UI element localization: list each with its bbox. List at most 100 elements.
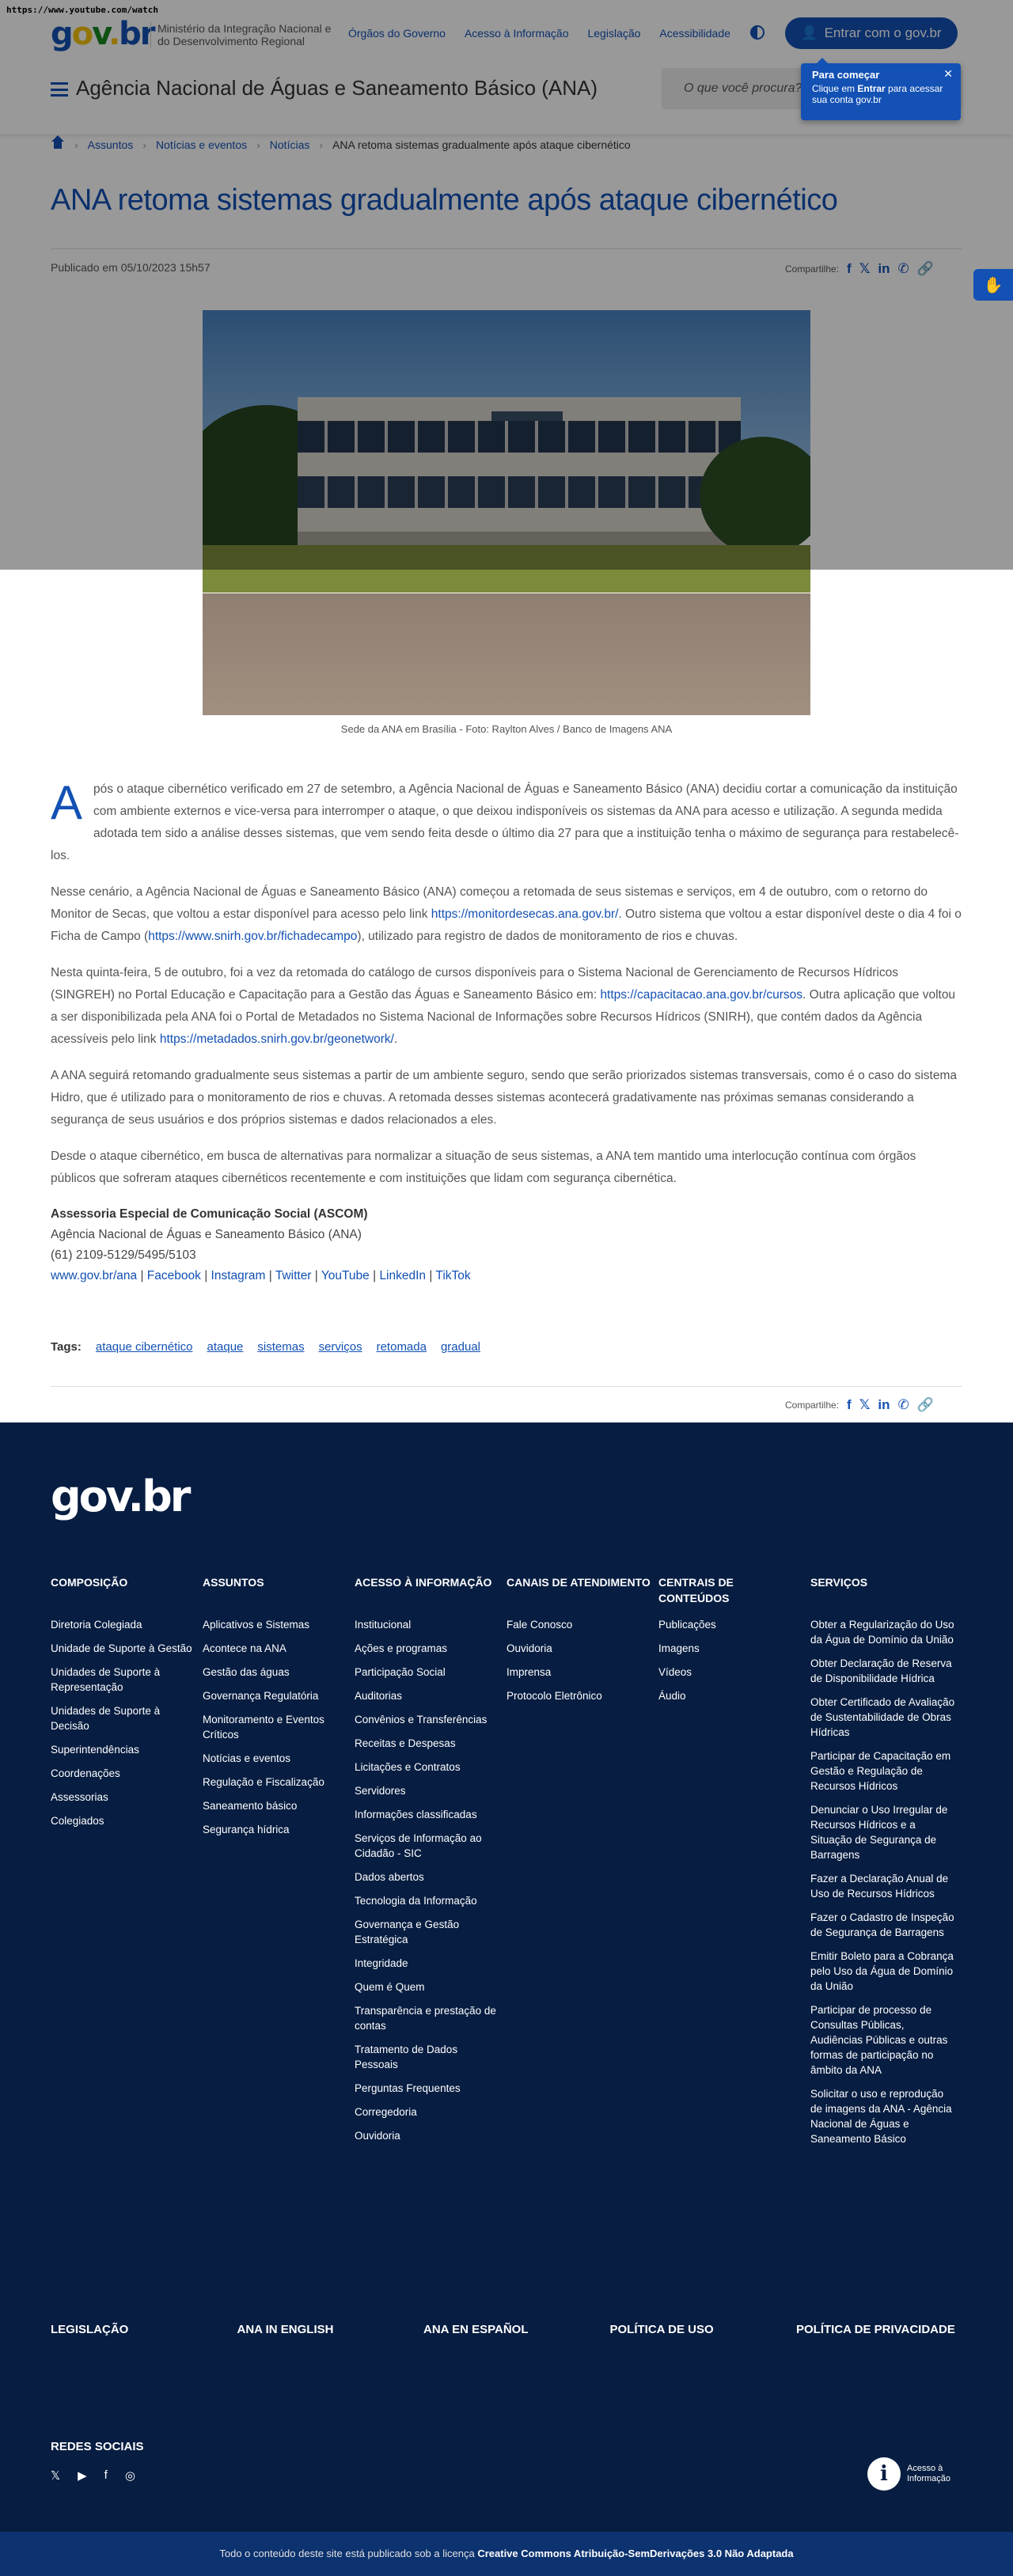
link-orgaos-do-governo[interactable]: Órgãos do Governo bbox=[348, 27, 446, 40]
vlibras-hand-icon[interactable]: ✋ bbox=[973, 269, 1013, 301]
footer-link[interactable]: Vídeos bbox=[658, 1665, 804, 1680]
footer-link[interactable]: Obter Declaração de Reserva de Disponibi… bbox=[810, 1656, 956, 1686]
login-button[interactable]: 👤 Entrar com o gov.br bbox=[785, 17, 958, 49]
footer-link[interactable]: Protocolo Eletrônico bbox=[506, 1688, 652, 1703]
x-icon[interactable]: 𝕏 bbox=[859, 261, 871, 277]
footer-link[interactable]: Obter a Regularização do Uso da Água de … bbox=[810, 1617, 956, 1647]
footer-link[interactable]: Aplicativos e Sistemas bbox=[203, 1617, 348, 1632]
footer-link[interactable]: Emitir Boleto para a Cobrança pelo Uso d… bbox=[810, 1949, 956, 1994]
footer-link[interactable]: Assessorias bbox=[51, 1790, 196, 1805]
footer-link[interactable]: Governança Regulatória bbox=[203, 1688, 348, 1703]
link-legislacao-footer[interactable]: Legislação bbox=[51, 2323, 217, 2336]
footer-link[interactable]: Unidade de Suporte à Gestão bbox=[51, 1641, 196, 1656]
footer-link[interactable]: Receitas e Despesas bbox=[355, 1736, 500, 1751]
footer-link[interactable]: Ouvidoria bbox=[506, 1641, 652, 1656]
link-icon[interactable]: 🔗 bbox=[917, 261, 934, 277]
breadcrumb-noticias-eventos[interactable]: Notícias e eventos bbox=[156, 138, 247, 151]
link-ficha-campo[interactable]: https://www.snirh.gov.br/fichadecampo bbox=[148, 930, 357, 943]
hamburger-menu-icon[interactable] bbox=[51, 82, 68, 97]
link-ana-espanol[interactable]: ANA en Español bbox=[423, 2323, 590, 2336]
footer-link[interactable]: Informações classificadas bbox=[355, 1807, 500, 1822]
footer-link[interactable]: Perguntas Frequentes bbox=[355, 2081, 500, 2096]
footer-link[interactable]: Saneamento básico bbox=[203, 1798, 348, 1813]
footer-link[interactable]: Participação Social bbox=[355, 1665, 500, 1680]
link-politica-uso[interactable]: Política de uso bbox=[610, 2323, 776, 2336]
footer-link[interactable]: Superintendências bbox=[51, 1742, 196, 1757]
close-icon[interactable]: ✕ bbox=[943, 68, 953, 79]
footer-link[interactable]: Solicitar o uso e reprodução de imagens … bbox=[810, 2086, 956, 2146]
link-govbr-ana[interactable]: www.gov.br/ana bbox=[51, 1269, 137, 1282]
link-acessibilidade[interactable]: Acessibilidade bbox=[659, 27, 730, 40]
footer-link[interactable]: Notícias e eventos bbox=[203, 1751, 348, 1766]
footer-link[interactable]: Quem é Quem bbox=[355, 1979, 500, 1995]
link-linkedin[interactable]: LinkedIn bbox=[379, 1269, 426, 1282]
footer-link[interactable]: Ações e programas bbox=[355, 1641, 500, 1656]
footer-link[interactable]: Fazer a Declaração Anual de Uso de Recur… bbox=[810, 1871, 956, 1901]
contrast-icon[interactable] bbox=[750, 25, 764, 40]
footer-link[interactable]: Unidades de Suporte à Representação bbox=[51, 1665, 196, 1695]
linkedin-icon[interactable]: in bbox=[878, 1397, 890, 1413]
footer-link[interactable]: Unidades de Suporte à Decisão bbox=[51, 1703, 196, 1733]
x-icon[interactable]: 𝕏 bbox=[51, 2468, 60, 2483]
link-capacitacao[interactable]: https://capacitacao.ana.gov.br/cursos bbox=[600, 988, 802, 1002]
footer-link[interactable]: Licitações e Contratos bbox=[355, 1760, 500, 1775]
tag-item[interactable]: ataque cibernético bbox=[96, 1340, 193, 1354]
youtube-icon[interactable]: ▶ bbox=[78, 2468, 87, 2483]
link-metadados[interactable]: https://metadados.snirh.gov.br/geonetwor… bbox=[160, 1032, 394, 1046]
footer-link[interactable]: Imagens bbox=[658, 1641, 804, 1656]
footer-link[interactable]: Áudio bbox=[658, 1688, 804, 1703]
footer-link[interactable]: Auditorias bbox=[355, 1688, 500, 1703]
link-instagram[interactable]: Instagram bbox=[211, 1269, 266, 1282]
footer-link[interactable]: Imprensa bbox=[506, 1665, 652, 1680]
link-monitor-secas[interactable]: https://monitordesecas.ana.gov.br/ bbox=[431, 907, 619, 921]
footer-link[interactable]: Servidores bbox=[355, 1783, 500, 1798]
breadcrumb-noticias[interactable]: Notícias bbox=[270, 138, 310, 151]
footer-link[interactable]: Institucional bbox=[355, 1617, 500, 1632]
footer-link[interactable]: Obter Certificado de Avaliação de Susten… bbox=[810, 1695, 956, 1740]
footer-govbr-logo[interactable]: gov.br bbox=[51, 1472, 191, 1521]
footer-link[interactable]: Regulação e Fiscalização bbox=[203, 1775, 348, 1790]
govbr-logo[interactable]: gov.br bbox=[51, 16, 156, 52]
footer-link[interactable]: Integridade bbox=[355, 1956, 500, 1971]
footer-link[interactable]: Colegiados bbox=[51, 1813, 196, 1828]
instagram-icon[interactable]: ◎ bbox=[125, 2468, 135, 2483]
footer-link[interactable]: Corregedoria bbox=[355, 2104, 500, 2120]
footer-link[interactable]: Denunciar o Uso Irregular de Recursos Hí… bbox=[810, 1802, 956, 1862]
whatsapp-icon[interactable]: ✆ bbox=[898, 261, 909, 277]
link-ana-english[interactable]: ANA in English bbox=[237, 2323, 404, 2336]
footer-link[interactable]: Serviços de Informação ao Cidadão - SIC bbox=[355, 1831, 500, 1861]
facebook-icon[interactable]: f bbox=[847, 1397, 852, 1413]
footer-link[interactable]: Coordenações bbox=[51, 1766, 196, 1781]
link-twitter[interactable]: Twitter bbox=[275, 1269, 312, 1282]
link-icon[interactable]: 🔗 bbox=[917, 1397, 934, 1413]
license-link[interactable]: Creative Commons Atribuição-SemDerivaçõe… bbox=[477, 2548, 793, 2559]
tag-item[interactable]: retomada bbox=[377, 1340, 427, 1354]
link-tiktok[interactable]: TikTok bbox=[435, 1269, 470, 1282]
tag-item[interactable]: gradual bbox=[441, 1340, 480, 1354]
link-facebook[interactable]: Facebook bbox=[147, 1269, 201, 1282]
breadcrumb-assuntos[interactable]: Assuntos bbox=[88, 138, 134, 151]
home-icon[interactable] bbox=[51, 135, 65, 150]
tag-item[interactable]: ataque bbox=[207, 1340, 244, 1354]
whatsapp-icon[interactable]: ✆ bbox=[898, 1397, 909, 1413]
link-politica-privacidade[interactable]: Política de privacidade bbox=[796, 2323, 962, 2336]
site-title[interactable]: Agência Nacional de Águas e Saneamento B… bbox=[76, 76, 598, 100]
facebook-icon[interactable]: f bbox=[104, 2468, 108, 2483]
footer-link[interactable]: Fazer o Cadastro de Inspeção de Seguranç… bbox=[810, 1910, 956, 1940]
footer-link[interactable]: Publicações bbox=[658, 1617, 804, 1632]
footer-link[interactable]: Convênios e Transferências bbox=[355, 1712, 500, 1727]
footer-link[interactable]: Transparência e prestação de contas bbox=[355, 2003, 500, 2033]
footer-link[interactable]: Acontece na ANA bbox=[203, 1641, 348, 1656]
footer-link[interactable]: Governança e Gestão Estratégica bbox=[355, 1917, 500, 1947]
footer-link[interactable]: Dados abertos bbox=[355, 1869, 500, 1885]
footer-link[interactable]: Participar de Capacitação em Gestão e Re… bbox=[810, 1748, 956, 1794]
tag-item[interactable]: serviços bbox=[319, 1340, 362, 1354]
footer-link[interactable]: Diretoria Colegiada bbox=[51, 1617, 196, 1632]
acesso-informacao-badge[interactable]: i Acesso à Informação bbox=[867, 2457, 956, 2491]
link-youtube[interactable]: YouTube bbox=[321, 1269, 370, 1282]
footer-link[interactable]: Segurança hídrica bbox=[203, 1822, 348, 1837]
link-acesso-informacao[interactable]: Acesso à Informação bbox=[465, 27, 569, 40]
facebook-icon[interactable]: f bbox=[847, 261, 852, 277]
footer-link[interactable]: Monitoramento e Eventos Críticos bbox=[203, 1712, 348, 1742]
footer-link[interactable]: Ouvidoria bbox=[355, 2128, 500, 2143]
